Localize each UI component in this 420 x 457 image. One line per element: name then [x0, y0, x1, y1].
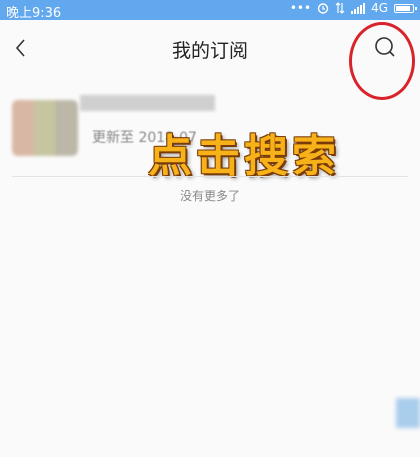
- list-end-label: 没有更多了: [179, 189, 240, 203]
- data-transfer-icon: [335, 2, 345, 14]
- annotation-label: 点击搜索: [148, 131, 340, 182]
- battery-icon: [394, 3, 417, 13]
- status-bar: 晚上9:36 ••• 4G: [0, 0, 420, 21]
- network-type: 4G: [371, 1, 388, 15]
- alarm-icon: [317, 3, 329, 14]
- status-time: 晚上9:36: [6, 6, 62, 21]
- signal-icon: [351, 2, 366, 14]
- avatar: [12, 100, 78, 156]
- highlight-circle: [349, 22, 415, 100]
- subscription-name: [80, 95, 215, 111]
- divider: [12, 176, 408, 177]
- status-icons: ••• 4G: [289, 1, 417, 15]
- notification-dots: •••: [289, 1, 312, 15]
- floating-button[interactable]: [396, 398, 420, 428]
